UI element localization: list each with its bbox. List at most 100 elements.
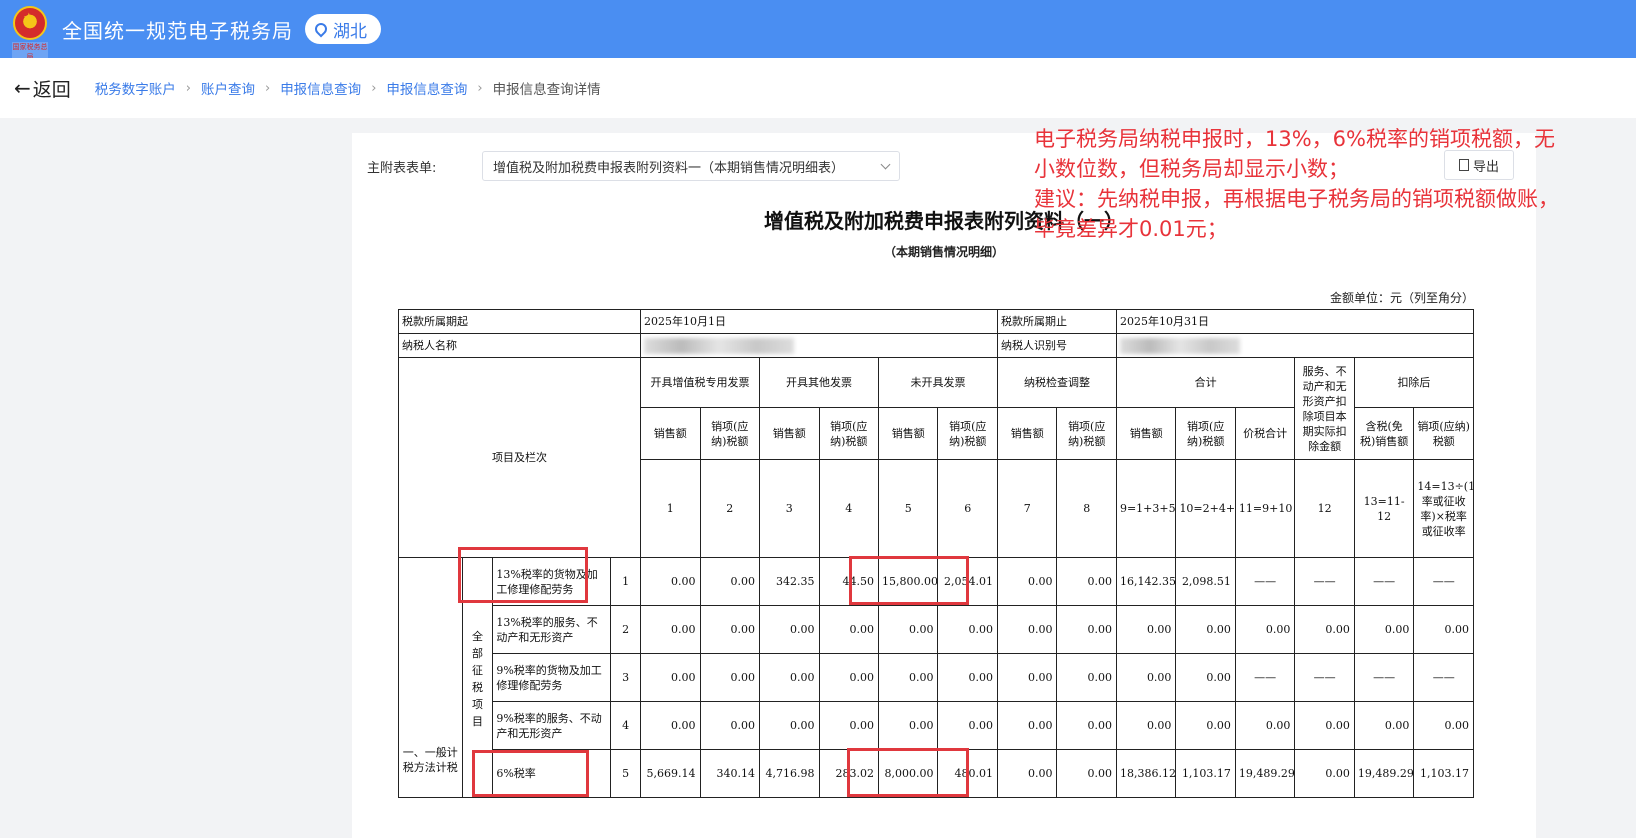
value-cell: 0.00 — [1056, 701, 1117, 750]
value-cell: 4,716.98 — [759, 749, 820, 798]
group-header: 扣除后 — [1353, 357, 1475, 408]
period-end-label: 税款所属期止 — [996, 309, 1117, 334]
value-cell: —— — [1234, 557, 1296, 606]
column-number: 4 — [818, 459, 879, 558]
column-number: 14=13÷(100%+税率或征收率)×税率或征收率 — [1413, 459, 1474, 558]
form-selector-row: 主附表表单: 增值税及附加税费申报表附列资料一（本期销售情况明细表） — [367, 151, 900, 181]
form-select[interactable]: 增值税及附加税费申报表附列资料一（本期销售情况明细表） — [482, 151, 900, 181]
value-cell: 1,103.17 — [1413, 749, 1474, 798]
value-cell: 0.00 — [1115, 605, 1177, 654]
form-select-value: 增值税及附加税费申报表附列资料一（本期销售情况明细表） — [493, 160, 845, 176]
subsection-label: 全部征税项目 — [471, 630, 483, 728]
value-cell: —— — [1413, 557, 1474, 606]
value-cell: 0.00 — [640, 557, 701, 606]
sub-header: 销售额 — [640, 407, 701, 460]
value-cell: 0.00 — [996, 701, 1058, 750]
value-cell: —— — [1353, 557, 1415, 606]
value-cell: 0.00 — [1175, 653, 1236, 702]
group-header: 服务、不动产和无形资产扣除项目本期实际扣除金额 — [1294, 357, 1355, 460]
back-label: 返回 — [32, 78, 71, 101]
value-cell: 16,142.35 — [1115, 557, 1177, 606]
highlight-box-row1-name — [458, 547, 588, 603]
value-cell: 0.00 — [1175, 701, 1236, 750]
value-cell: 340.14 — [699, 749, 761, 798]
value-cell: 1,103.17 — [1175, 749, 1236, 798]
value-cell: 0.00 — [699, 605, 761, 654]
amount-unit: 金额单位：元（列至角分） — [1329, 291, 1474, 305]
value-cell: 0.00 — [640, 605, 701, 654]
value-cell: 18,386.12 — [1115, 749, 1177, 798]
chevron-right-icon: › — [477, 80, 483, 96]
value-cell: 0.00 — [1294, 749, 1355, 798]
value-cell: 0.00 — [877, 701, 939, 750]
breadcrumb-account-query[interactable]: 账户查询 — [201, 78, 255, 98]
group-header: 未开具发票 — [877, 357, 998, 408]
sub-header: 销售额 — [877, 407, 939, 460]
value-cell: 0.00 — [1294, 605, 1355, 654]
column-number: 10=2+4+6+8 — [1175, 459, 1236, 558]
region-selector[interactable]: 湖北 — [305, 14, 381, 44]
arrow-left-icon: ← — [14, 76, 31, 100]
sub-header: 价税合计 — [1234, 407, 1296, 460]
value-cell: 0.00 — [937, 701, 998, 750]
taxpayer-name-label: 纳税人名称 — [397, 333, 642, 358]
redacted-id — [1119, 337, 1240, 354]
period-end-value: 2025年10月31日 — [1115, 309, 1475, 334]
column-number: 11=9+10 — [1234, 459, 1296, 558]
value-cell: 0.00 — [699, 557, 761, 606]
location-pin-icon — [312, 20, 330, 38]
breadcrumb-declaration-query-2[interactable]: 申报信息查询 — [386, 78, 467, 98]
value-cell: 0.00 — [996, 557, 1058, 606]
group-header: 开具其他发票 — [759, 357, 879, 408]
taxpayer-id-value — [1115, 333, 1475, 358]
sub-header: 销项(应纳)税额 — [1056, 407, 1117, 460]
table-row: 13%税率的服务、不动产和无形资产 2 0.00 0.00 0.00 0.00 0.00 0.… — [399, 605, 1474, 654]
value-cell: 0.00 — [818, 653, 879, 702]
value-cell: 0.00 — [1056, 749, 1117, 798]
value-cell: 0.00 — [1294, 701, 1355, 750]
value-cell: 0.00 — [699, 701, 761, 750]
column-number: 6 — [937, 459, 998, 558]
breadcrumb-declaration-query[interactable]: 申报信息查询 — [280, 78, 361, 98]
annotation-line-2: 建议：先纳税申报，再根据电子税务局的销项税额做账，毕竟差异才0.01元； — [1034, 187, 1559, 241]
top-bar: ★ 国家税务总局 全国统一规范电子税务局 湖北 — [0, 0, 1636, 62]
column-number: 1 — [640, 459, 701, 558]
column-number: 8 — [1056, 459, 1117, 558]
row-line-number: 1 — [610, 557, 642, 606]
value-cell: 0.00 — [818, 605, 879, 654]
value-cell: —— — [1353, 653, 1415, 702]
chevron-right-icon: › — [264, 80, 271, 96]
column-number: 12 — [1294, 459, 1355, 558]
value-cell: 0.00 — [1413, 701, 1474, 750]
app-title: 全国统一规范电子税务局 — [62, 18, 293, 43]
column-number: 13=11-12 — [1353, 459, 1415, 558]
value-cell: 0.00 — [937, 605, 998, 654]
annotation-text: 电子税务局纳税申报时，13%，6%税率的销项税额，无小数位数，但税务局却显示小数… — [1034, 124, 1574, 244]
value-cell: 0.00 — [699, 653, 761, 702]
column-number: 5 — [877, 459, 939, 558]
taxpayer-name-value — [640, 333, 998, 358]
back-button[interactable]: ← 返回 — [14, 75, 71, 102]
value-cell: 0.00 — [759, 653, 820, 702]
sub-header: 销项(应纳)税额 — [937, 407, 998, 460]
value-cell: 0.00 — [759, 605, 820, 654]
region-label: 湖北 — [333, 21, 367, 42]
group-header: 开具增值税专用发票 — [640, 357, 761, 408]
row-name: 9%税率的服务、不动产和无形资产 — [492, 701, 612, 750]
chevron-down-icon — [880, 159, 891, 169]
breadcrumb-bar: ← 返回 税务数字账户 › 账户查询 › 申报信息查询 › 申报信息查询 › 申… — [0, 58, 1636, 118]
value-cell: 0.00 — [1234, 701, 1296, 750]
table-row: 9%税率的服务、不动产和无形资产 4 0.00 0.00 0.00 0.00 0.00 0.0… — [399, 701, 1474, 750]
value-cell: 0.00 — [1175, 605, 1236, 654]
item-header: 项目及栏次 — [397, 357, 642, 558]
group-header: 纳税检查调整 — [996, 357, 1117, 408]
value-cell: 0.00 — [1056, 557, 1117, 606]
chevron-right-icon: › — [185, 80, 191, 96]
breadcrumb-current: 申报信息查询详情 — [492, 82, 601, 98]
row-line-number: 3 — [610, 653, 642, 702]
sub-header: 销项(应纳)税额 — [818, 407, 879, 460]
section-label: 一、一般计税方法计税 — [398, 557, 463, 798]
breadcrumb-tax-account[interactable]: 税务数字账户 — [95, 78, 176, 98]
highlight-box-row5-values — [847, 748, 969, 797]
form-label: 主附表表单: — [367, 160, 437, 176]
